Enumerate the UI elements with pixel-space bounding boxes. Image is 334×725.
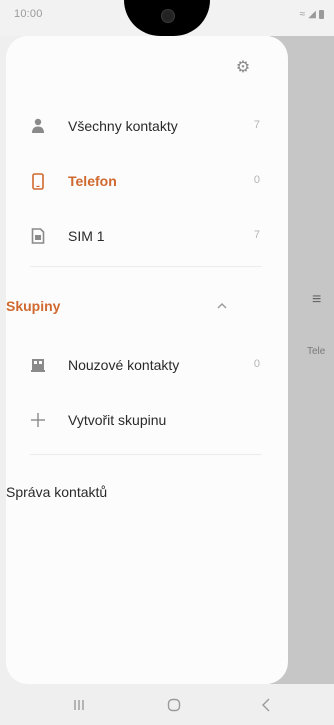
phone-icon: [28, 171, 48, 191]
camera-notch: [124, 0, 210, 36]
person-icon: [28, 116, 48, 136]
system-navigation-bar: [0, 684, 334, 725]
home-icon[interactable]: [164, 696, 184, 714]
groups-title: Skupiny: [6, 298, 61, 314]
drawer-item-label: SIM 1: [68, 228, 105, 244]
front-camera-icon: [161, 9, 175, 23]
chevron-up-icon: [216, 299, 228, 311]
status-bar: 10:00 ≈ ◢: [0, 0, 334, 36]
drawer-item-count: 7: [253, 229, 260, 241]
drawer-item-phone[interactable]: Telefon 0: [6, 159, 288, 203]
navigation-drawer: ⚙ Všechny kontakty 7 Telefon 0 SIM 1 7 S…: [6, 36, 288, 684]
status-time: 10:00: [14, 8, 43, 20]
drawer-item-all-contacts[interactable]: Všechny kontakty 7: [6, 104, 288, 148]
signal-icon: ◢: [308, 9, 316, 20]
divider: [30, 266, 262, 267]
drawer-item-count: 7: [253, 119, 260, 131]
battery-icon: [319, 10, 324, 19]
group-item-emergency-contacts[interactable]: Nouzové kontakty 0: [6, 343, 288, 387]
menu-icon: ≡: [312, 291, 322, 308]
create-group-label: Vytvořit skupinu: [68, 412, 167, 428]
back-icon[interactable]: [256, 696, 276, 714]
group-item-count: 0: [253, 358, 260, 370]
drawer-item-label: Telefon: [68, 173, 117, 189]
create-group-button[interactable]: Vytvořit skupinu: [6, 398, 288, 442]
emergency-icon: [28, 355, 48, 375]
divider: [30, 454, 262, 455]
recent-apps-icon[interactable]: [69, 696, 89, 714]
groups-header[interactable]: Skupiny: [6, 288, 288, 324]
manage-contacts-link[interactable]: Správa kontaktů: [6, 484, 107, 500]
drawer-item-sim1[interactable]: SIM 1 7: [6, 214, 288, 258]
sim-card-icon: [28, 226, 48, 246]
group-item-label: Nouzové kontakty: [68, 357, 180, 373]
plus-icon: [28, 410, 48, 430]
status-icons: ≈ ◢: [300, 9, 324, 20]
gear-icon[interactable]: ⚙: [232, 56, 254, 78]
wifi-icon: ≈: [299, 9, 306, 20]
drawer-item-count: 0: [253, 174, 260, 186]
background-tab-label: Tele: [307, 346, 326, 357]
drawer-item-label: Všechny kontakty: [68, 118, 178, 134]
